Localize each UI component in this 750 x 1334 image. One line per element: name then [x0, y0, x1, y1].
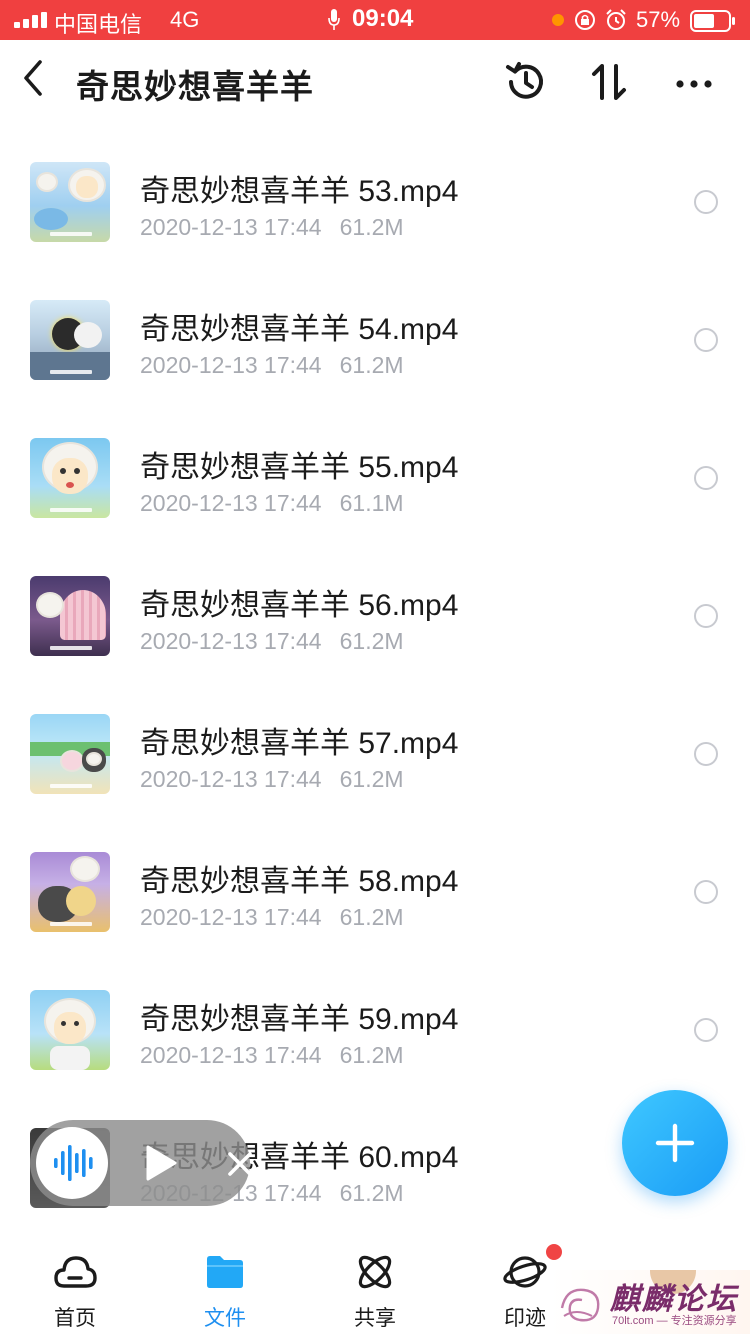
list-item[interactable]: 奇思妙想喜羊羊 56.mp4 2020-12-13 17:44 61.2M — [0, 538, 750, 676]
file-name: 奇思妙想喜羊羊 54.mp4 — [140, 313, 459, 346]
planet-icon — [503, 1256, 547, 1288]
file-date: 2020-12-13 17:44 — [140, 352, 322, 378]
nav-item-home[interactable]: 首页 — [20, 1234, 130, 1334]
battery-icon — [690, 10, 735, 32]
select-checkbox[interactable] — [694, 466, 718, 490]
add-button[interactable] — [622, 1090, 728, 1196]
video-thumbnail — [30, 438, 110, 518]
file-list: 奇思妙想喜羊羊 53.mp4 2020-12-13 17:44 61.2M 奇思妙… — [0, 124, 750, 1228]
recording-indicator — [552, 14, 564, 26]
list-item[interactable]: 奇思妙想喜羊羊 59.mp4 2020-12-13 17:44 61.2M — [0, 952, 750, 1090]
video-thumbnail — [30, 162, 110, 242]
floating-audio-player[interactable] — [30, 1120, 252, 1206]
file-meta: 2020-12-13 17:44 61.2M — [140, 904, 404, 931]
alarm-icon — [606, 9, 626, 30]
file-date: 2020-12-13 17:44 — [140, 628, 322, 654]
select-checkbox[interactable] — [694, 190, 718, 214]
select-checkbox[interactable] — [694, 328, 718, 352]
file-date: 2020-12-13 17:44 — [140, 490, 322, 516]
file-name: 奇思妙想喜羊羊 57.mp4 — [140, 727, 459, 760]
nav-label-share: 共享 — [354, 1307, 396, 1330]
list-item[interactable]: 奇思妙想喜羊羊 53.mp4 2020-12-13 17:44 61.2M — [0, 124, 750, 262]
file-name: 奇思妙想喜羊羊 58.mp4 — [140, 865, 459, 898]
video-thumbnail — [30, 300, 110, 380]
header: 奇思妙想喜羊羊 — [0, 40, 750, 124]
history-icon[interactable] — [502, 58, 550, 106]
battery-percent: 57% — [636, 7, 681, 32]
file-meta: 2020-12-13 17:44 61.2M — [140, 352, 404, 379]
signal-icon — [14, 12, 48, 28]
select-checkbox[interactable] — [694, 742, 718, 766]
nav-item-files[interactable]: 文件 — [170, 1234, 280, 1334]
watermark-subtext: 70lt.com — 专注资源分享 — [612, 1315, 737, 1327]
file-name: 奇思妙想喜羊羊 59.mp4 — [140, 1003, 459, 1036]
video-thumbnail — [30, 990, 110, 1070]
file-size: 61.2M — [339, 766, 404, 792]
sort-icon[interactable] — [586, 58, 634, 106]
chevron-left-icon[interactable] — [18, 58, 48, 98]
network-type: 4G — [170, 7, 200, 32]
status-bar: 中国电信 4G 09:04 57% — [0, 0, 750, 40]
rotation-lock-icon — [575, 10, 595, 30]
file-size: 61.1M — [339, 490, 404, 516]
file-meta: 2020-12-13 17:44 61.1M — [140, 490, 404, 517]
cloud-icon — [54, 1256, 97, 1288]
status-time: 09:04 — [352, 5, 414, 32]
folder-icon — [207, 1256, 243, 1288]
microphone-icon — [328, 9, 340, 30]
select-checkbox[interactable] — [694, 1018, 718, 1042]
file-size: 61.2M — [339, 1180, 404, 1206]
page-title: 奇思妙想喜羊羊 — [76, 68, 314, 105]
plus-icon — [655, 1123, 695, 1163]
file-meta: 2020-12-13 17:44 61.2M — [140, 214, 404, 241]
file-name: 奇思妙想喜羊羊 56.mp4 — [140, 589, 459, 622]
file-size: 61.2M — [339, 904, 404, 930]
nav-label-home: 首页 — [54, 1307, 96, 1330]
audio-wave-icon — [54, 1145, 93, 1181]
file-size: 61.2M — [339, 628, 404, 654]
video-thumbnail — [30, 714, 110, 794]
file-meta: 2020-12-13 17:44 61.2M — [140, 766, 404, 793]
file-meta: 2020-12-13 17:44 61.2M — [140, 1042, 404, 1069]
file-name: 奇思妙想喜羊羊 55.mp4 — [140, 451, 459, 484]
file-size: 61.2M — [339, 214, 404, 240]
file-date: 2020-12-13 17:44 — [140, 904, 322, 930]
audio-wave-button[interactable] — [36, 1127, 108, 1199]
file-name: 奇思妙想喜羊羊 53.mp4 — [140, 175, 459, 208]
nav-item-share[interactable]: 共享 — [320, 1234, 430, 1334]
video-thumbnail — [30, 852, 110, 932]
file-size: 61.2M — [339, 352, 404, 378]
nav-label-files: 文件 — [204, 1307, 246, 1330]
list-item[interactable]: 奇思妙想喜羊羊 55.mp4 2020-12-13 17:44 61.1M — [0, 400, 750, 538]
notification-badge — [544, 1242, 564, 1262]
video-thumbnail — [30, 576, 110, 656]
list-item[interactable]: 奇思妙想喜羊羊 57.mp4 2020-12-13 17:44 61.2M — [0, 676, 750, 814]
close-icon[interactable] — [226, 1150, 254, 1178]
list-item[interactable]: 奇思妙想喜羊羊 54.mp4 2020-12-13 17:44 61.2M — [0, 262, 750, 400]
file-date: 2020-12-13 17:44 — [140, 214, 322, 240]
file-meta: 2020-12-13 17:44 61.2M — [140, 628, 404, 655]
file-size: 61.2M — [339, 1042, 404, 1068]
file-date: 2020-12-13 17:44 — [140, 766, 322, 792]
carrier-label: 中国电信 — [54, 12, 143, 37]
watermark-logo — [560, 1288, 600, 1322]
more-icon[interactable] — [670, 58, 718, 106]
select-checkbox[interactable] — [694, 880, 718, 904]
file-date: 2020-12-13 17:44 — [140, 1042, 322, 1068]
play-icon[interactable] — [144, 1144, 178, 1182]
list-item[interactable]: 奇思妙想喜羊羊 58.mp4 2020-12-13 17:44 61.2M — [0, 814, 750, 952]
select-checkbox[interactable] — [694, 604, 718, 628]
forum-watermark: 麒麟论坛 70lt.com — 专注资源分享 — [550, 1270, 750, 1334]
atom-icon — [358, 1255, 392, 1289]
